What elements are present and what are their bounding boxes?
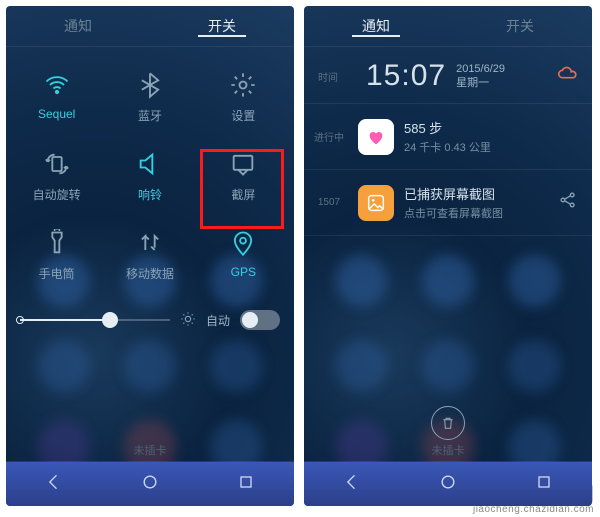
current-weekday: 星期一 (456, 76, 505, 90)
ongoing-label: 进行中 (310, 129, 348, 144)
gallery-app-icon (358, 185, 394, 221)
notif-subtitle: 24 千卡 0.43 公里 (404, 139, 578, 155)
notif-title: 已捕获屏幕截图 (404, 184, 548, 203)
rotate-icon (43, 150, 71, 178)
tile-label: Sequel (38, 107, 75, 121)
nav-recent[interactable] (236, 472, 256, 497)
bluetooth-icon (136, 71, 164, 99)
tile-flashlight[interactable]: 手电筒 (10, 215, 103, 294)
panel-tabs: 通知 开关 (304, 6, 592, 46)
nav-bar (6, 462, 294, 506)
tab-switches[interactable]: 开关 (150, 16, 294, 36)
sim-status: 未插卡 (304, 442, 592, 458)
tile-label: GPS (231, 265, 256, 279)
weather-icon[interactable] (556, 63, 578, 90)
share-icon[interactable] (558, 190, 578, 215)
tile-bluetooth[interactable]: 蓝牙 (103, 57, 196, 136)
phone-right: 通知 开关 时间 15:07 2015/6/29 星期一 进行中 (304, 6, 592, 506)
tile-settings[interactable]: 设置 (197, 57, 290, 136)
nav-home[interactable] (438, 472, 458, 497)
time-column-label: 时间 (318, 69, 356, 84)
notif-time: 1507 (310, 197, 348, 208)
nav-home[interactable] (140, 472, 160, 497)
tile-label: 设置 (231, 107, 255, 124)
auto-brightness-label: 自动 (206, 312, 230, 329)
flashlight-icon (43, 229, 71, 257)
tab-switches[interactable]: 开关 (448, 16, 592, 36)
tab-notifications[interactable]: 通知 (6, 16, 150, 36)
sim-status: 未插卡 (6, 442, 294, 458)
brightness-slider[interactable] (20, 310, 170, 330)
auto-brightness-toggle[interactable] (240, 310, 280, 330)
current-time: 15:07 (366, 59, 446, 93)
current-date: 2015/6/29 (456, 62, 505, 76)
wifi-icon (43, 71, 71, 99)
tile-label: 自动旋转 (33, 186, 81, 203)
tile-wifi[interactable]: Sequel (10, 57, 103, 136)
location-icon (229, 229, 257, 257)
notif-subtitle: 点击可查看屏幕截图 (404, 205, 548, 221)
notif-title: 585 步 (404, 118, 578, 137)
watermark-sub: jiaocheng.chazidian.com (469, 505, 594, 515)
notification-steps[interactable]: 进行中 585 步 24 千卡 0.43 公里 (304, 108, 592, 165)
speaker-icon (136, 150, 164, 178)
brightness-row: 自动 (6, 294, 294, 346)
nav-back[interactable] (342, 472, 362, 497)
tile-mobiledata[interactable]: 移动数据 (103, 215, 196, 294)
phone-left: 通知 开关 Sequel 蓝牙 (6, 6, 294, 506)
data-icon (136, 229, 164, 257)
panel-tabs: 通知 开关 (6, 6, 294, 46)
tile-ringer[interactable]: 响铃 (103, 136, 196, 215)
tile-label: 响铃 (138, 186, 162, 203)
time-header: 时间 15:07 2015/6/29 星期一 (304, 47, 592, 99)
sun-icon (180, 311, 196, 330)
nav-bar (304, 462, 592, 506)
tile-label: 手电筒 (39, 265, 75, 282)
health-app-icon (358, 119, 394, 155)
tile-autorotate[interactable]: 自动旋转 (10, 136, 103, 215)
clear-all-button[interactable] (431, 406, 465, 440)
tab-notifications[interactable]: 通知 (304, 16, 448, 36)
nav-recent[interactable] (534, 472, 554, 497)
tile-label: 蓝牙 (138, 107, 162, 124)
notification-screenshot[interactable]: 1507 已捕获屏幕截图 点击可查看屏幕截图 (304, 174, 592, 231)
tile-label: 移动数据 (126, 265, 174, 282)
highlight-screenshot-tile (200, 149, 284, 229)
gear-icon (229, 71, 257, 99)
nav-back[interactable] (44, 472, 64, 497)
